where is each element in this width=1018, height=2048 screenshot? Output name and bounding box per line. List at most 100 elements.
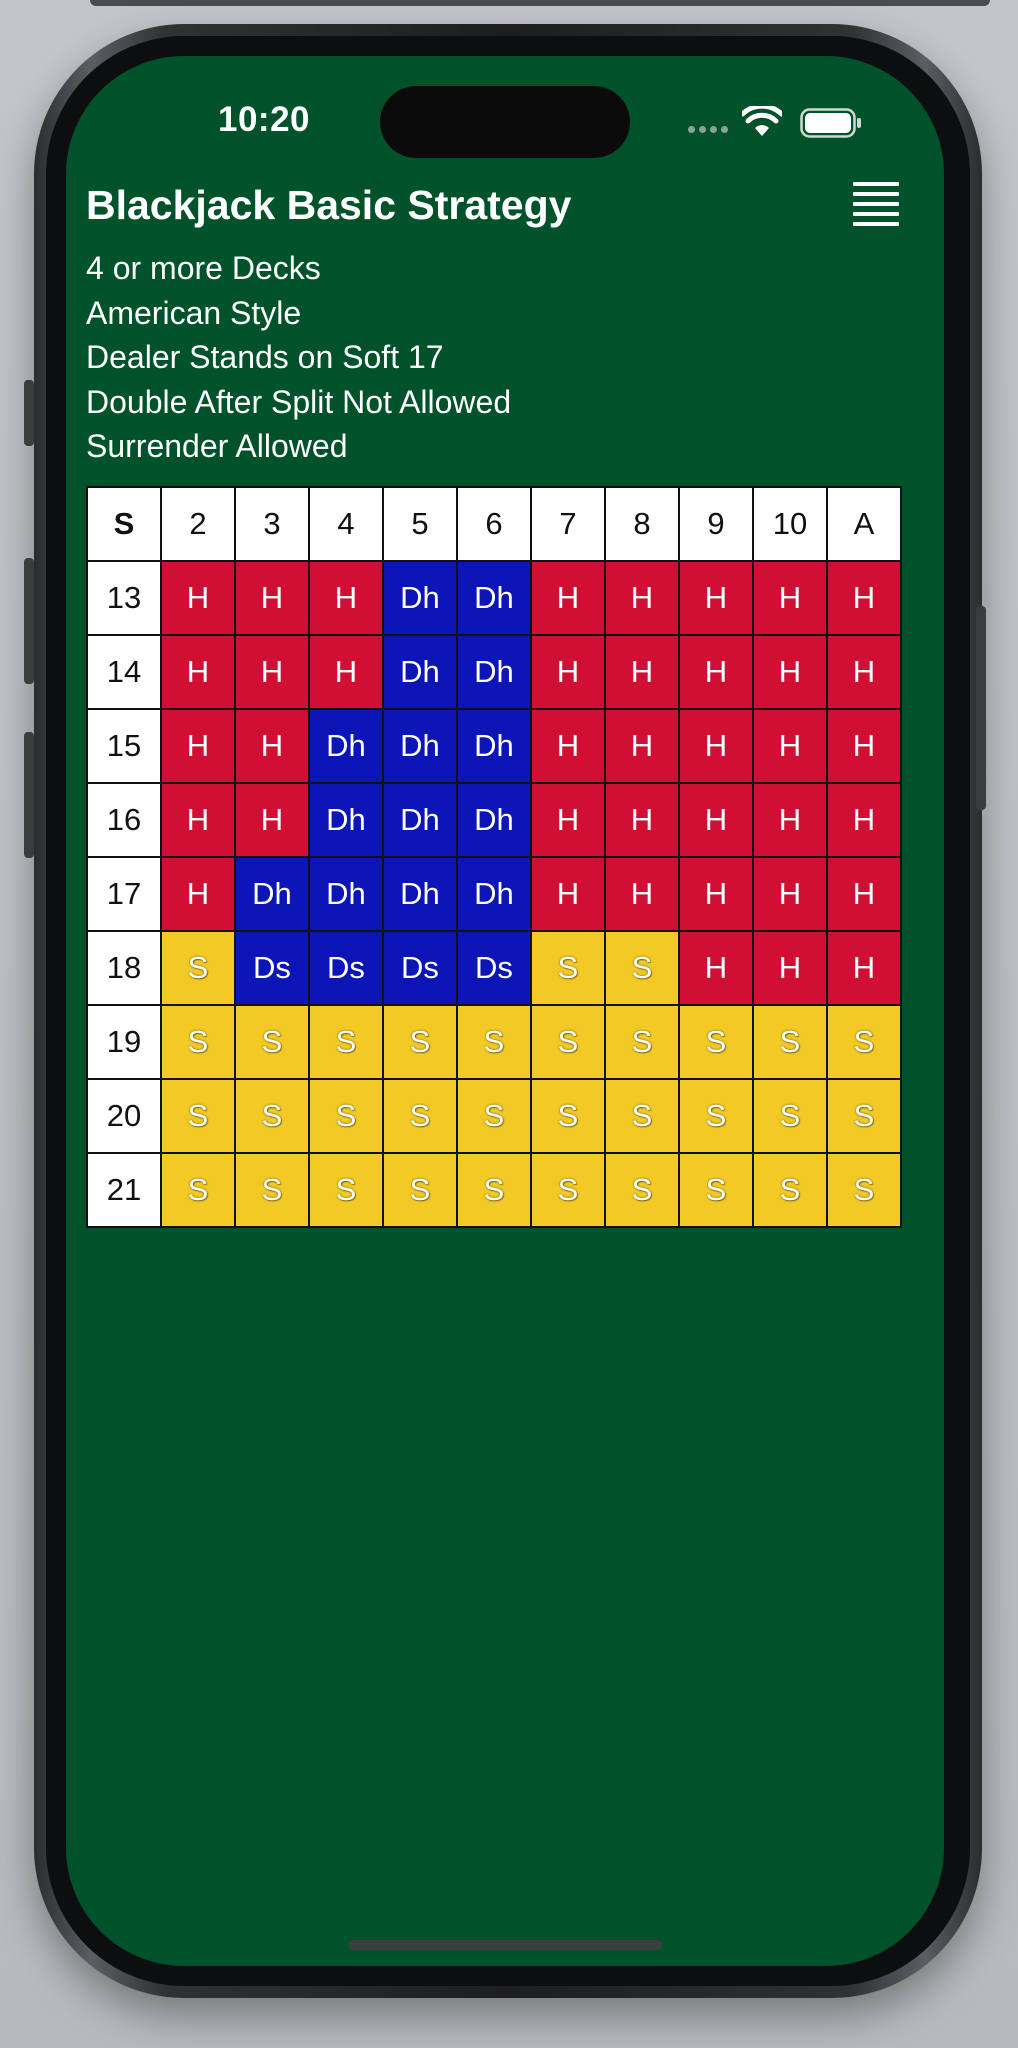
strategy-cell: S [604,1152,680,1228]
dynamic-island [380,86,630,158]
strategy-cell: S [456,1004,532,1080]
strategy-cell: H [826,560,902,636]
strategy-cell: S [752,1078,828,1154]
strategy-cell: S [530,1004,606,1080]
page-title: Blackjack Basic Strategy [86,182,572,228]
rules-list: 4 or more Decks American Style Dealer St… [86,246,511,469]
strategy-cell: S [308,1078,384,1154]
signal-icon [688,126,728,133]
strategy-cell: S [826,1004,902,1080]
table-row: 15 H H Dh Dh Dh H H H H H [86,708,902,784]
strategy-cell: H [160,634,236,710]
strategy-cell: H [530,634,606,710]
table-body: 13 H H H Dh Dh H H H H H 14 H H H Dh Dh H H H H H 15 H H Dh Dh Dh H H… [86,560,902,1228]
strategy-cell: H [160,560,236,636]
strategy-cell: H [604,856,680,932]
strategy-cell: S [234,1152,310,1228]
strategy-cell: S [752,1152,828,1228]
strategy-cell: Dh [382,856,458,932]
dealer-card-header: 6 [456,486,532,562]
strategy-cell: S [234,1078,310,1154]
player-hand-label: 16 [86,782,162,858]
menu-icon [850,182,902,226]
table-row: 17 H Dh Dh Dh Dh H H H H H [86,856,902,932]
strategy-cell: S [234,1004,310,1080]
strategy-cell: Dh [308,856,384,932]
wifi-icon [742,106,782,136]
player-hand-label: 20 [86,1078,162,1154]
strategy-cell: H [826,930,902,1006]
strategy-cell: S [456,1078,532,1154]
strategy-cell: Dh [382,634,458,710]
home-indicator [348,1940,662,1950]
strategy-cell: S [308,1004,384,1080]
strategy-cell: H [752,930,828,1006]
strategy-cell: Dh [382,708,458,784]
strategy-cell: Dh [308,708,384,784]
strategy-cell: H [604,634,680,710]
strategy-cell: H [234,708,310,784]
rule-dealer: Dealer Stands on Soft 17 [86,339,444,375]
player-hand-label: 19 [86,1004,162,1080]
dealer-card-header: 5 [382,486,458,562]
menu-button[interactable] [850,182,902,230]
strategy-cell: S [456,1152,532,1228]
strategy-cell: H [234,560,310,636]
dealer-card-header: 9 [678,486,754,562]
strategy-cell: S [604,1078,680,1154]
strategy-cell: S [382,1078,458,1154]
strategy-cell: Ds [234,930,310,1006]
strategy-cell: S [678,1078,754,1154]
strategy-cell: S [160,1004,236,1080]
strategy-cell: S [160,1152,236,1228]
action-button [24,380,34,446]
strategy-cell: H [604,782,680,858]
rule-decks: 4 or more Decks [86,250,321,286]
table-row: 21 S S S S S S S S S S [86,1152,902,1228]
power-button [976,606,986,810]
strategy-cell: H [160,708,236,784]
strategy-cell: S [382,1004,458,1080]
table-header-row: S 2 3 4 5 6 7 8 9 10 A [86,486,902,562]
rule-surrender: Surrender Allowed [86,428,348,464]
strategy-cell: H [604,708,680,784]
strategy-cell: Ds [308,930,384,1006]
strategy-cell: H [234,634,310,710]
strategy-cell: H [678,782,754,858]
strategy-cell: H [530,560,606,636]
strategy-cell: S [160,930,236,1006]
dealer-card-header: 3 [234,486,310,562]
table-row: 16 H H Dh Dh Dh H H H H H [86,782,902,858]
table-row: 18 S Ds Ds Ds Ds S S H H H [86,930,902,1006]
rule-double-after-split: Double After Split Not Allowed [86,383,512,420]
table-row: 20 S S S S S S S S S S [86,1078,902,1154]
strategy-cell: H [160,782,236,858]
strategy-cell: S [530,1078,606,1154]
strategy-cell: S [752,1004,828,1080]
dealer-card-header: 2 [160,486,236,562]
strategy-cell: Ds [456,930,532,1006]
strategy-cell: S [308,1152,384,1228]
app-screen: 10:20 Blackjack Basic Strategy 4 or more… [66,56,944,1966]
strategy-cell: Dh [456,856,532,932]
rule-style: American Style [86,294,302,331]
player-hand-label: 18 [86,930,162,1006]
window-edge [90,0,990,6]
strategy-cell: Dh [456,560,532,636]
strategy-cell: S [604,930,680,1006]
strategy-table: S 2 3 4 5 6 7 8 9 10 A 13 H H H Dh Dh H H H H H 14 H… [86,486,902,1228]
strategy-cell: H [678,708,754,784]
strategy-cell: H [234,782,310,858]
strategy-cell: S [160,1078,236,1154]
strategy-cell: H [826,634,902,710]
battery-icon [800,108,861,138]
strategy-cell: Dh [308,782,384,858]
player-hand-label: 17 [86,856,162,932]
strategy-cell: H [678,560,754,636]
strategy-cell: H [530,782,606,858]
strategy-cell: H [530,856,606,932]
dealer-card-header: 7 [530,486,606,562]
strategy-cell: H [530,708,606,784]
strategy-cell: H [826,708,902,784]
strategy-cell: H [678,634,754,710]
